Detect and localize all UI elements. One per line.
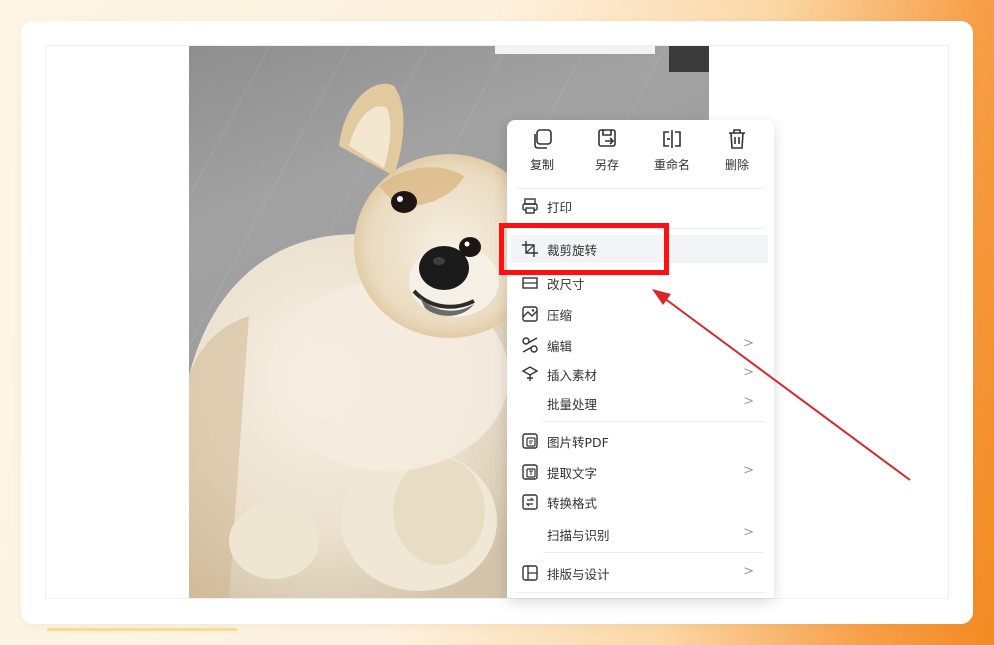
bottom-accent-bar: [47, 628, 237, 631]
annotation-arrow: [652, 289, 911, 481]
